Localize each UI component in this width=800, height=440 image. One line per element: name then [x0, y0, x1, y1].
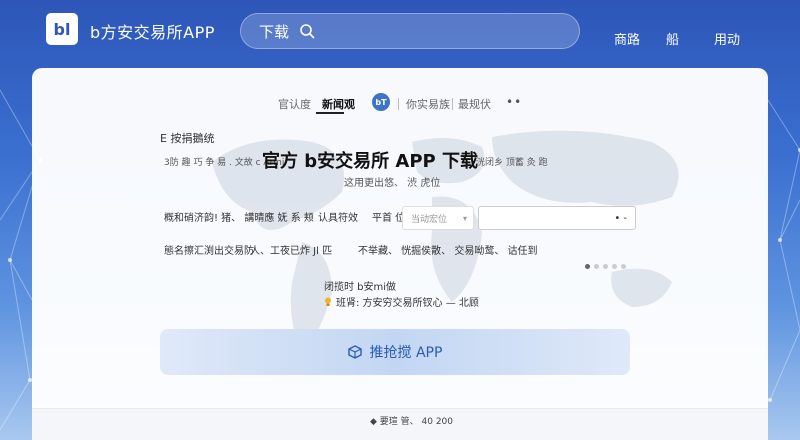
- search-input[interactable]: [315, 14, 579, 48]
- lightbulb-icon: [325, 297, 331, 306]
- nav-item-2[interactable]: 船: [666, 29, 679, 48]
- bt-badge[interactable]: bT: [372, 93, 390, 111]
- main-card: 官认度 新闻观 bT 你实易族 最规伏 •• E 按捐鵝统 3防 趣 巧 争 易…: [32, 68, 768, 440]
- region-select[interactable]: 当动宏位 ▾: [402, 206, 474, 230]
- info-mid: 人、工夜已炸 Jl 匹: [250, 246, 333, 257]
- title-subtitle: 这用更出悠、 渋 虎位: [344, 178, 441, 189]
- hint-row: 班肾: 方安穷交易所钗心 — 北顾: [324, 294, 479, 309]
- info-text: 不举藏、 恍掘侯散、 交易呦鹜、 诂任到: [358, 246, 538, 257]
- select-value: 当动宏位: [411, 214, 448, 225]
- pager-dot[interactable]: [603, 264, 608, 269]
- tab-divider: [452, 98, 453, 110]
- cube-icon: [347, 345, 362, 359]
- input-value: • -: [614, 212, 627, 224]
- hint-text: 班肾: 方安穷交易所钗心 — 北顾: [336, 298, 479, 309]
- version-info: 闭揽时 b安mi做: [324, 282, 397, 293]
- tab-divider: [398, 98, 399, 110]
- sub-heading: E 按捐鵝统: [160, 132, 215, 145]
- search-bar[interactable]: 下载: [240, 13, 580, 49]
- text-input[interactable]: • -: [478, 206, 636, 230]
- info-label: 態名擦汇渕出交易防: [164, 246, 254, 257]
- tab-1[interactable]: 官认度: [278, 96, 311, 112]
- filter-label-2: 认具符效: [318, 213, 358, 224]
- nav-item-1[interactable]: 商路: [614, 29, 640, 48]
- carousel-pager[interactable]: [585, 264, 626, 269]
- active-tab-indicator: [316, 112, 344, 114]
- pager-dot[interactable]: [594, 264, 599, 269]
- more-icon[interactable]: ••: [506, 95, 522, 109]
- tab-4[interactable]: 最规伏: [458, 96, 491, 112]
- title-right-text: 洸闭乡 顶蓄 灸 跑: [476, 158, 548, 168]
- app-name[interactable]: b方安交易所APP: [90, 19, 215, 43]
- pager-dot[interactable]: [621, 264, 626, 269]
- search-icon[interactable]: [299, 23, 315, 39]
- tab-3[interactable]: 你实易族: [406, 96, 450, 112]
- app-logo[interactable]: bl: [46, 13, 78, 45]
- pager-dot[interactable]: [585, 264, 590, 269]
- chevron-down-icon: ▾: [462, 213, 467, 223]
- tab-active[interactable]: 新闻观: [322, 96, 355, 112]
- top-bar: bl b方安交易所APP 下载 商路 船 用动: [0, 0, 800, 62]
- pager-dot[interactable]: [612, 264, 617, 269]
- search-label: 下载: [259, 22, 290, 41]
- download-app-button[interactable]: 推抢搅 APP: [160, 329, 630, 375]
- footer-text: ◆ 要瑄 管、 40 200: [370, 417, 453, 427]
- filter-label-left: 概和硝济韵! 猪、 講晴應 妩 系 颊: [164, 213, 314, 224]
- logo-mark: bl: [53, 19, 71, 39]
- nav-item-3[interactable]: 用动: [714, 29, 740, 48]
- filter-label-3: 平首 位: [372, 213, 406, 224]
- download-button-label: 推抢搅 APP: [369, 345, 443, 361]
- page-title: 官方 b安交易所 APP 下载: [262, 151, 478, 172]
